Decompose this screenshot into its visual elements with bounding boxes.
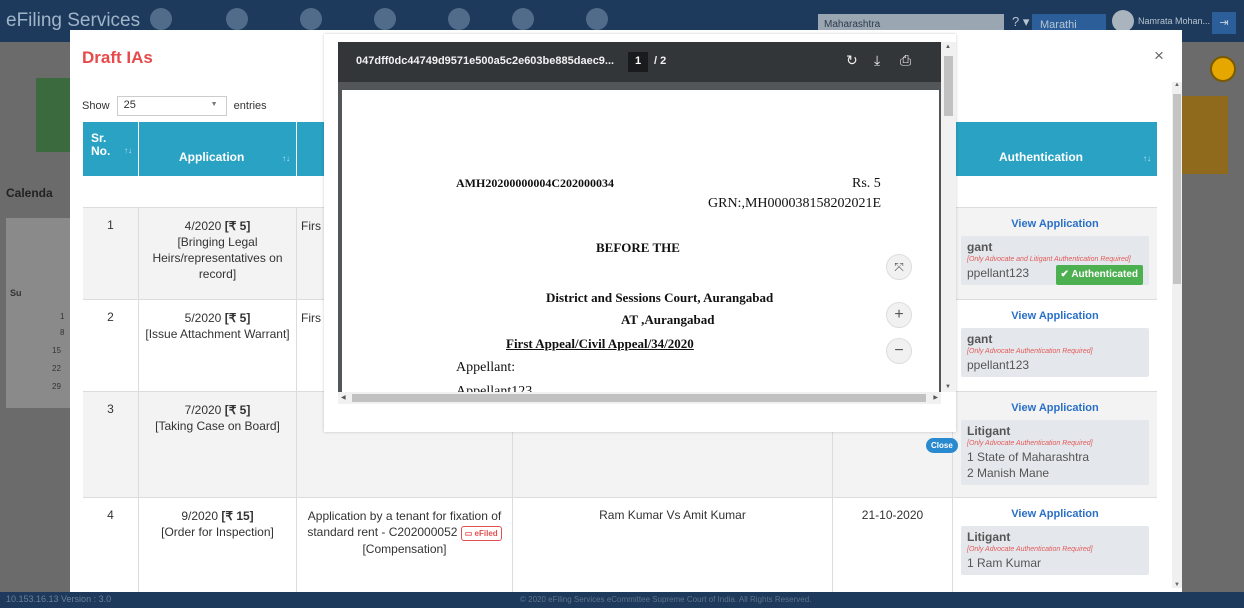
view-application-link[interactable]: View Application <box>961 508 1149 520</box>
nav-icon-1[interactable] <box>150 8 172 30</box>
view-application-link[interactable]: View Application <box>961 310 1149 322</box>
doc-case-number: First Appeal/Civil Appeal/34/2020 <box>506 336 694 351</box>
nav-icon-5[interactable] <box>448 8 470 30</box>
dashboard-tile-right <box>1182 96 1228 174</box>
zoom-in-icon[interactable]: + <box>886 302 912 328</box>
parties-cell: Ram Kumar Vs Amit Kumar <box>513 498 833 592</box>
scroll-up-icon[interactable]: ▲ <box>945 44 951 50</box>
litigant-box: gant [Only Advocate and Litigant Authent… <box>961 236 1149 285</box>
doc-before: BEFORE THE <box>596 240 680 255</box>
pdf-toolbar: 047dff0dc44749d9571e500a5c2e603be885daec… <box>338 42 941 82</box>
authentication-cell: View Application Litigant [Only Advocate… <box>953 498 1157 592</box>
modal-scrollbar[interactable]: ▲ ▼ <box>1172 82 1182 588</box>
column-header-application[interactable]: Application ↑↓ <box>139 122 297 176</box>
scroll-up-icon[interactable]: ▲ <box>1174 82 1180 88</box>
pdf-content-area[interactable]: AMH20200000004C202000034 Rs. 5 GRN:,MH00… <box>338 82 941 392</box>
scroll-thumb[interactable] <box>352 394 926 402</box>
nav-icon-2[interactable] <box>226 8 248 30</box>
particulars-cell: Application by a tenant for fixation of … <box>297 498 513 592</box>
scroll-thumb[interactable] <box>1173 94 1181 284</box>
litigant-box: Litigant [Only Advocate Authentication R… <box>961 420 1149 485</box>
nav-icon-3[interactable] <box>300 8 322 30</box>
application-cell: 5/2020 [₹ 5] [Issue Attachment Warrant] <box>139 300 297 391</box>
litigant-box: gant [Only Advocate Authentication Requi… <box>961 328 1149 377</box>
litigant-box: Litigant [Only Advocate Authentication R… <box>961 526 1149 575</box>
pdf-filename: 047dff0dc44749d9571e500a5c2e603be885daec… <box>356 55 615 67</box>
table-row: 4 9/2020 [₹ 15] [Order for Inspection] A… <box>83 498 1157 592</box>
modal-title: Draft IAs <box>82 48 153 67</box>
authentication-cell: View Application Litigant [Only Advocate… <box>953 392 1157 497</box>
scroll-left-icon[interactable]: ◀ <box>341 394 346 401</box>
column-header-sr-no[interactable]: Sr. No. ↑↓ <box>83 122 139 176</box>
view-application-link[interactable]: View Application <box>961 402 1149 414</box>
doc-id: AMH20200000004C202000034 <box>456 176 614 190</box>
copyright-text: © 2020 eFiling Services eCommittee Supre… <box>520 595 812 604</box>
date-cell: 21-10-2020 <box>833 498 953 592</box>
grn-number: GRN:,MH000038158202021E <box>708 196 882 211</box>
scroll-down-icon[interactable]: ▼ <box>945 384 951 390</box>
doc-at: AT ,Aurangabad <box>621 312 715 327</box>
doc-court: District and Sessions Court, Aurangabad <box>546 290 774 305</box>
user-name[interactable]: Namrata Mohan... <box>1138 16 1210 26</box>
rotate-icon[interactable]: ↻ <box>846 52 858 69</box>
authentication-cell: View Application gant [Only Advocate and… <box>953 208 1157 299</box>
dashboard-tile <box>36 78 70 152</box>
sort-icon: ↑↓ <box>124 146 132 155</box>
view-application-link[interactable]: View Application <box>961 218 1149 230</box>
entries-select[interactable]: 25 ▼ <box>116 96 227 116</box>
sr-no-cell: 2 <box>83 300 139 391</box>
nav-icon-4[interactable] <box>374 8 396 30</box>
pdf-page: AMH20200000004C202000034 Rs. 5 GRN:,MH00… <box>342 90 939 392</box>
scroll-down-icon[interactable]: ▼ <box>1174 582 1180 588</box>
help-dropdown[interactable]: ? ▾ <box>1012 14 1029 30</box>
nav-icon-7[interactable] <box>586 8 608 30</box>
sr-no-cell: 4 <box>83 498 139 592</box>
print-icon[interactable]: ⎙ <box>900 52 911 69</box>
application-cell: 9/2020 [₹ 15] [Order for Inspection] <box>139 498 297 592</box>
sort-icon: ↑↓ <box>282 154 290 163</box>
entries-label: entries <box>233 99 267 112</box>
doc-appellant-label: Appellant: <box>456 360 516 375</box>
sr-no-cell: 3 <box>83 392 139 497</box>
scroll-right-icon[interactable]: ▶ <box>933 394 938 401</box>
application-cell: 7/2020 [₹ 5] [Taking Case on Board] <box>139 392 297 497</box>
close-pdf-button[interactable]: Close <box>926 438 958 453</box>
download-icon[interactable]: ⤓ <box>874 52 880 69</box>
pdf-horizontal-scrollbar[interactable]: ◀ ▶ <box>338 392 941 404</box>
sort-icon: ↑↓ <box>1143 154 1151 163</box>
calendar-heading: Calenda <box>6 186 53 200</box>
entries-control: Show 25 ▼ entries <box>82 96 267 116</box>
calendar-date[interactable]: 29 <box>52 382 61 391</box>
authenticated-badge: ✔ Authenticated <box>1055 265 1143 285</box>
nav-icon-6[interactable] <box>512 8 534 30</box>
doc-appellant-name: Appellant123 <box>456 384 533 392</box>
calendar-date[interactable]: 15 <box>52 346 61 355</box>
sr-no-cell: 1 <box>83 208 139 299</box>
calendar-day-header: Su <box>10 288 22 298</box>
page-total: / 2 <box>654 55 667 67</box>
calendar-date[interactable]: 22 <box>52 364 61 373</box>
chevron-down-icon: ▼ <box>210 101 218 108</box>
zoom-out-icon[interactable]: − <box>886 338 912 364</box>
column-header-authentication[interactable]: Authentication ↑↓ <box>953 122 1157 176</box>
fit-page-icon[interactable]: ⤧ <box>886 254 912 280</box>
calendar-date[interactable]: 1 <box>60 312 64 321</box>
authentication-cell: View Application gant [Only Advocate Aut… <box>953 300 1157 391</box>
calendar-date[interactable]: 8 <box>60 328 64 337</box>
efiled-badge: ▭ eFiled <box>460 526 502 541</box>
show-label: Show <box>82 99 110 112</box>
user-avatar[interactable] <box>1112 10 1134 32</box>
close-icon[interactable]: × <box>1154 46 1164 66</box>
logout-icon[interactable]: ⇥ <box>1212 12 1236 34</box>
footer: 10.153.16.13 Version : 3.0 © 2020 eFilin… <box>0 592 1244 608</box>
help-bubble-icon[interactable] <box>1210 56 1236 82</box>
application-cell: 4/2020 [₹ 5] [Bringing Legal Heirs/repre… <box>139 208 297 299</box>
pdf-vertical-scrollbar[interactable]: ▲ ▼ <box>941 42 956 392</box>
scroll-thumb[interactable] <box>944 56 953 116</box>
court-fee-amount: Rs. 5 <box>852 176 881 191</box>
page-number-input[interactable]: 1 <box>628 52 648 72</box>
brand-logo[interactable]: eFiling Services <box>6 10 140 32</box>
version-text: 10.153.16.13 Version : 3.0 <box>6 594 112 604</box>
calendar-widget: Su 1 8 15 22 29 <box>6 218 70 408</box>
